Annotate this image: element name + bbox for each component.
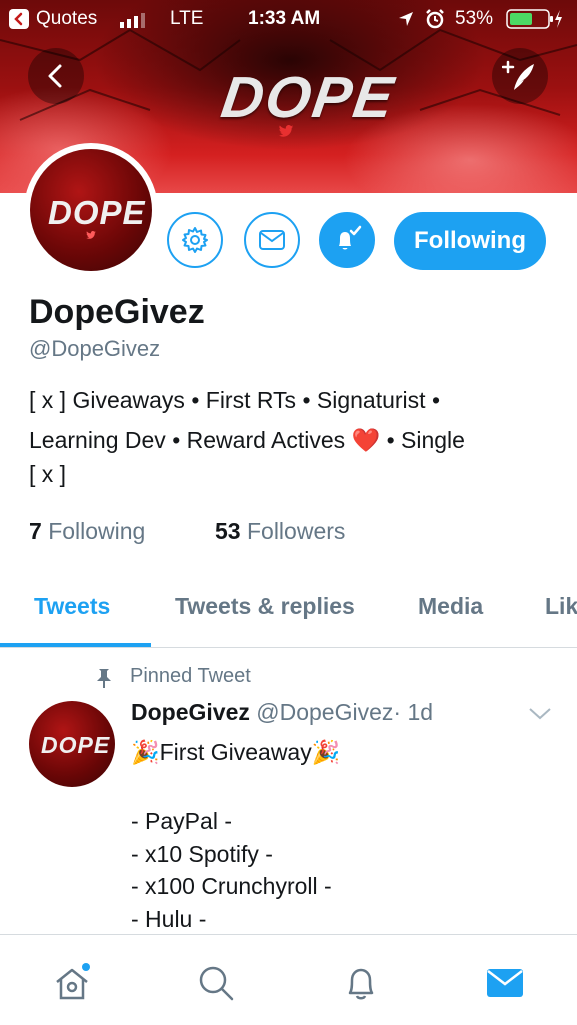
pinned-tweet[interactable]: Pinned Tweet DOPE DopeGivez @DopeGivez· … xyxy=(0,648,577,934)
tweet-author-avatar[interactable]: DOPE xyxy=(29,701,115,787)
alarm-icon xyxy=(426,9,444,29)
envelope-icon xyxy=(259,230,285,250)
banner-logo: DOPE xyxy=(217,65,399,130)
messages-icon xyxy=(487,969,523,997)
active-tab-indicator xyxy=(0,643,151,647)
profile-bio: [ x ] Giveaways • First RTs • Signaturis… xyxy=(29,380,559,488)
tab-tweets-and-replies[interactable]: Tweets & replies xyxy=(175,593,355,620)
avatar-image: DOPE xyxy=(30,149,152,271)
back-button[interactable] xyxy=(28,48,84,104)
tweet-item: - PayPal - xyxy=(131,808,232,834)
tweet-author-name[interactable]: DopeGivez xyxy=(131,699,250,725)
tweet-avatar-logo: DOPE xyxy=(41,732,111,758)
network-type: LTE xyxy=(170,8,204,29)
tab-media[interactable]: Media xyxy=(418,593,483,620)
battery-icon xyxy=(506,9,562,29)
tweet-time: · 1d xyxy=(393,699,434,725)
pin-icon xyxy=(97,669,111,688)
location-icon xyxy=(399,12,413,26)
back-app-label[interactable]: Quotes xyxy=(36,8,97,30)
tweet-item: - x10 Spotify - xyxy=(131,840,273,867)
bird-icon xyxy=(278,125,294,137)
tweet-items: - PayPal - - x10 Spotify - - x100 Crunch… xyxy=(131,805,332,934)
battery-percent: 53% xyxy=(455,8,494,29)
notifications-on-button[interactable] xyxy=(319,212,375,268)
profile-handle: @DopeGivez xyxy=(29,336,161,361)
pinned-label: Pinned Tweet xyxy=(130,665,251,687)
message-button[interactable] xyxy=(244,212,300,268)
settings-button[interactable] xyxy=(167,212,223,268)
bio-line: [ x ] Giveaways • First RTs • Signaturis… xyxy=(29,387,441,413)
signal-icon xyxy=(120,13,145,28)
avatar-bird-icon xyxy=(86,231,96,239)
clock: 1:33 AM xyxy=(248,8,321,29)
followers-label: Followers xyxy=(246,518,346,544)
followers-count: 53 xyxy=(215,518,241,544)
chevron-down-icon[interactable] xyxy=(528,707,552,721)
compose-tweet-button[interactable] xyxy=(492,48,548,104)
tab-tweets[interactable]: Tweets xyxy=(34,593,110,620)
notifications-icon xyxy=(348,968,374,1000)
followers-count-link[interactable]: 53 Followers xyxy=(215,518,345,545)
tab-likes[interactable]: Lik xyxy=(545,593,577,620)
tweet-item: - Hulu - xyxy=(131,905,207,932)
bio-line: [ x ] xyxy=(29,461,67,487)
chevron-left-icon xyxy=(48,64,62,88)
gear-icon xyxy=(182,227,208,253)
bottom-nav xyxy=(0,934,577,1025)
nav-messages[interactable] xyxy=(477,955,533,1011)
profile-display-name: DopeGivez xyxy=(29,293,205,331)
search-icon xyxy=(199,966,234,1001)
tweet-item: - x100 Crunchyroll - xyxy=(131,873,332,899)
tweet-avatar-image: DOPE xyxy=(29,701,115,787)
bell-check-icon xyxy=(339,225,362,250)
tweet-header: DopeGivez @DopeGivez· 1d xyxy=(131,699,433,726)
status-bar: Quotes LTE 1:33 AM 53% xyxy=(0,0,577,36)
profile-avatar[interactable]: DOPE xyxy=(24,143,158,277)
profile-tabs: Tweets Tweets & replies Media Lik xyxy=(0,585,577,648)
following-label: Following xyxy=(48,518,146,544)
back-app-icon[interactable] xyxy=(8,8,30,30)
following-count: 7 xyxy=(29,518,42,544)
nav-home[interactable] xyxy=(44,955,100,1011)
nav-search[interactable] xyxy=(188,955,244,1011)
compose-feather-icon xyxy=(502,60,534,90)
bio-line: Learning Dev • Reward Actives ❤️ • Singl… xyxy=(29,427,465,453)
tweet-author-handle[interactable]: @DopeGivez xyxy=(256,699,393,725)
following-button[interactable]: Following xyxy=(394,212,546,270)
following-count-link[interactable]: 7 Following xyxy=(29,518,145,545)
nav-notifications[interactable] xyxy=(333,955,389,1011)
avatar-logo: DOPE xyxy=(48,194,146,231)
tweet-text-title: 🎉First Giveaway🎉 xyxy=(131,739,341,765)
home-icon xyxy=(56,963,90,1000)
